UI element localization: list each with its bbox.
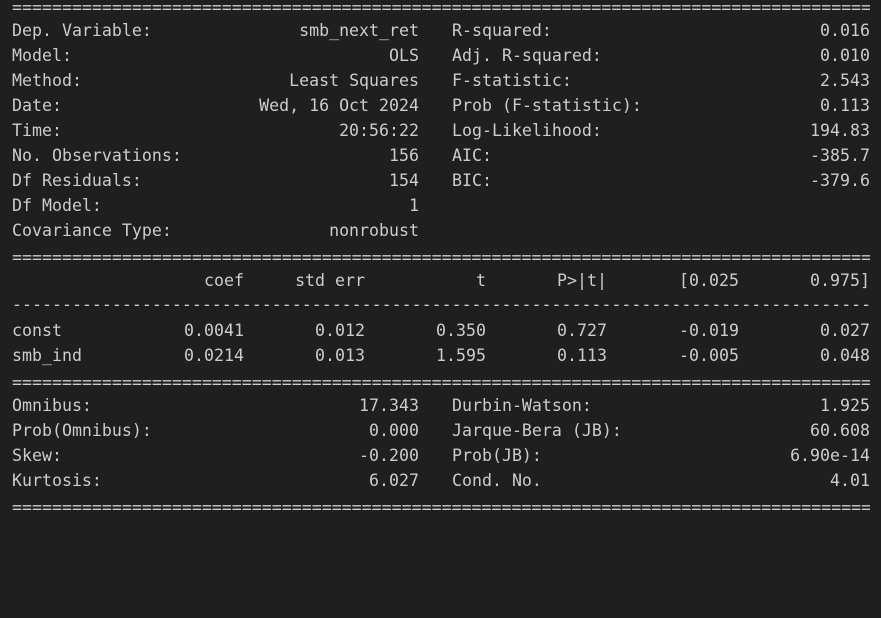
stat-label: Df Residuals: bbox=[12, 171, 142, 190]
coef-row: smb_ind 0.0214 0.013 1.595 0.113 -0.005 … bbox=[0, 343, 881, 368]
coef-value: 0.0041 bbox=[184, 321, 244, 340]
ci-lower-value: -0.005 bbox=[679, 346, 739, 365]
stat-row: Skew: -0.200 Prob(JB): 6.90e-14 bbox=[0, 443, 881, 468]
stat-row: Date: Wed, 16 Oct 2024 Prob (F-statistic… bbox=[0, 93, 881, 118]
std-err-value: 0.012 bbox=[315, 321, 365, 340]
column-header: std err bbox=[295, 271, 365, 290]
stat-value: 154 bbox=[389, 171, 419, 190]
variable-name: smb_ind bbox=[12, 346, 82, 365]
column-header: P>|t| bbox=[557, 271, 607, 290]
stat-row: Kurtosis: 6.027 Cond. No. 4.01 bbox=[0, 468, 881, 493]
stat-value: -379.6 bbox=[810, 171, 870, 190]
stat-label: Log-Likelihood: bbox=[452, 121, 602, 140]
stat-value: 0.000 bbox=[369, 421, 419, 440]
stat-label: AIC: bbox=[452, 146, 492, 165]
stat-label: Adj. R-squared: bbox=[452, 46, 602, 65]
stat-value: OLS bbox=[389, 46, 419, 65]
stat-row: Time: 20:56:22 Log-Likelihood: 194.83 bbox=[0, 118, 881, 143]
stat-value: 6.90e-14 bbox=[790, 446, 870, 465]
stat-value: 194.83 bbox=[810, 121, 870, 140]
ci-upper-value: 0.048 bbox=[820, 346, 870, 365]
stat-label: Model: bbox=[12, 46, 72, 65]
stat-row: Model: OLS Adj. R-squared: 0.010 bbox=[0, 43, 881, 68]
stat-label: Skew: bbox=[12, 446, 62, 465]
stat-label: Omnibus: bbox=[12, 396, 92, 415]
stat-value: -0.200 bbox=[359, 446, 419, 465]
coef-header-row: coef std err t P>|t| [0.025 0.975] bbox=[0, 268, 881, 293]
stat-value: Wed, 16 Oct 2024 bbox=[259, 96, 419, 115]
stat-label: R-squared: bbox=[452, 21, 552, 40]
stat-label: Dep. Variable: bbox=[12, 21, 152, 40]
column-header: t bbox=[476, 271, 486, 290]
stat-value: 0.010 bbox=[820, 46, 870, 65]
stat-label: Method: bbox=[12, 71, 82, 90]
stat-value: 1.925 bbox=[820, 396, 870, 415]
stat-label: Prob(Omnibus): bbox=[12, 421, 152, 440]
stat-value: nonrobust bbox=[329, 221, 419, 240]
stat-label: BIC: bbox=[452, 171, 492, 190]
stat-label: Df Model: bbox=[12, 196, 102, 215]
coef-row: const 0.0041 0.012 0.350 0.727 -0.019 0.… bbox=[0, 318, 881, 343]
stat-label: Kurtosis: bbox=[12, 471, 102, 490]
stat-value: 20:56:22 bbox=[339, 121, 419, 140]
stat-value: smb_next_ret bbox=[299, 21, 419, 40]
ci-upper-value: 0.027 bbox=[820, 321, 870, 340]
stat-row: Df Residuals: 154 BIC: -379.6 bbox=[0, 168, 881, 193]
stat-value: 0.113 bbox=[820, 96, 870, 115]
p-value: 0.727 bbox=[557, 321, 607, 340]
stat-row: Df Model: 1 bbox=[0, 193, 881, 218]
stat-value: Least Squares bbox=[289, 71, 419, 90]
stat-label: Prob (F-statistic): bbox=[452, 96, 642, 115]
stat-value: -385.7 bbox=[810, 146, 870, 165]
stat-value: 2.543 bbox=[820, 71, 870, 90]
double-rule: ========================================… bbox=[12, 378, 870, 388]
ci-lower-value: -0.019 bbox=[679, 321, 739, 340]
t-value: 1.595 bbox=[436, 346, 486, 365]
dash-rule: ----------------------------------------… bbox=[12, 300, 870, 310]
double-rule-bottom: ========================================… bbox=[12, 503, 870, 513]
stat-label: Durbin-Watson: bbox=[452, 396, 592, 415]
stat-value: 0.016 bbox=[820, 21, 870, 40]
stat-label: Prob(JB): bbox=[452, 446, 542, 465]
stat-label: Time: bbox=[12, 121, 62, 140]
stat-value: 17.343 bbox=[359, 396, 419, 415]
std-err-value: 0.013 bbox=[315, 346, 365, 365]
stat-row: Prob(Omnibus): 0.000 Jarque-Bera (JB): 6… bbox=[0, 418, 881, 443]
t-value: 0.350 bbox=[436, 321, 486, 340]
variable-name: const bbox=[12, 321, 62, 340]
stat-label: F-statistic: bbox=[452, 71, 572, 90]
column-header: 0.975] bbox=[810, 271, 870, 290]
stat-label: Jarque-Bera (JB): bbox=[452, 421, 622, 440]
stat-row: Method: Least Squares F-statistic: 2.543 bbox=[0, 68, 881, 93]
stat-label: Cond. No. bbox=[452, 471, 542, 490]
column-header: [0.025 bbox=[679, 271, 739, 290]
p-value: 0.113 bbox=[557, 346, 607, 365]
stat-row: Omnibus: 17.343 Durbin-Watson: 1.925 bbox=[0, 393, 881, 418]
column-header: coef bbox=[204, 271, 244, 290]
stat-row: No. Observations: 156 AIC: -385.7 bbox=[0, 143, 881, 168]
stat-value: 1 bbox=[409, 196, 419, 215]
stat-label: No. Observations: bbox=[12, 146, 182, 165]
coef-value: 0.0214 bbox=[184, 346, 244, 365]
stat-label: Covariance Type: bbox=[12, 221, 172, 240]
double-rule-top: ========================================… bbox=[12, 3, 870, 13]
stat-value: 6.027 bbox=[369, 471, 419, 490]
stat-value: 4.01 bbox=[830, 471, 870, 490]
stat-row: Dep. Variable: smb_next_ret R-squared: 0… bbox=[0, 18, 881, 43]
stat-value: 60.608 bbox=[810, 421, 870, 440]
stat-row: Covariance Type: nonrobust bbox=[0, 218, 881, 243]
stat-label: Date: bbox=[12, 96, 62, 115]
double-rule: ========================================… bbox=[12, 253, 870, 263]
stat-value: 156 bbox=[389, 146, 419, 165]
